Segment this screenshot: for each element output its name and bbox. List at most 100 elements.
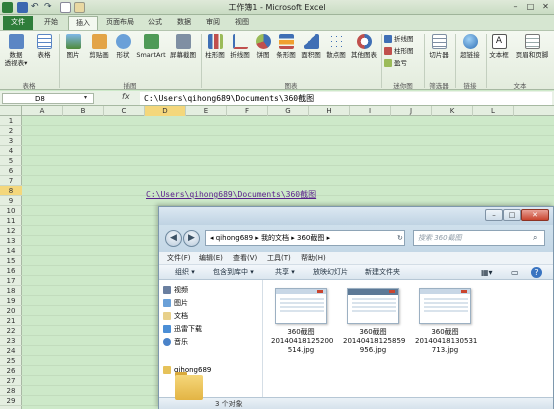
row-header[interactable]: 1 [0,116,22,126]
minimize-button[interactable]: – [508,1,523,13]
include-in-library-button[interactable]: 包含到库中 ▾ [213,265,254,280]
picture-button[interactable]: 图片 [62,34,84,59]
row-header[interactable]: 12 [0,226,22,236]
file-item[interactable]: 360截图 20140418125200 514.jpg [271,288,333,355]
column-header[interactable]: L [473,106,514,116]
row-header[interactable]: 13 [0,236,22,246]
slideshow-button[interactable]: 放映幻灯片 [313,265,348,280]
menu-file[interactable]: 文件(F) [167,252,191,265]
other-charts-button[interactable]: 其他图表 [349,34,379,59]
column-header[interactable]: C [104,106,145,116]
pie-chart-button[interactable]: 饼图 [253,34,273,59]
row-header[interactable]: 6 [0,166,22,176]
column-header[interactable]: H [309,106,350,116]
menu-edit[interactable]: 编辑(E) [199,252,223,265]
shapes-button[interactable]: 形状 [113,34,133,59]
cell-d8-hyperlink[interactable]: C:\Users\qihong689\Documents\360截图 [146,189,316,200]
explorer-title-bar[interactable]: – □ ✕ [159,207,553,225]
organize-button[interactable]: 组织 ▾ [175,265,195,280]
row-header[interactable]: 11 [0,216,22,226]
nav-item-videos[interactable]: 视频 [163,284,188,297]
row-header[interactable]: 10 [0,206,22,216]
nav-item-pictures[interactable]: 图片 [163,297,188,310]
preview-pane-icon[interactable]: ▭ [511,265,521,280]
tab-home[interactable]: 开始 [36,16,66,30]
refresh-icon[interactable]: ↻ [397,234,403,242]
sparkline-column-button[interactable]: 柱形图 [384,46,414,56]
menu-help[interactable]: 帮助(H) [301,252,326,265]
clip-art-button[interactable]: 剪贴画 [86,34,112,59]
close-button[interactable]: ✕ [538,1,553,13]
name-box[interactable]: D8 [2,93,94,104]
forward-arrow-icon[interactable]: ▶ [183,230,200,247]
column-header[interactable]: B [63,106,104,116]
sparkline-winloss-button[interactable]: 盈亏 [384,58,407,68]
column-header[interactable]: F [227,106,268,116]
maximize-button[interactable]: □ [523,1,538,13]
column-header[interactable]: G [268,106,309,116]
explorer-maximize-button[interactable]: □ [503,209,521,221]
row-header[interactable]: 8 [0,186,22,196]
select-all-corner[interactable] [0,106,22,116]
menu-view[interactable]: 查看(V) [233,252,257,265]
name-box-dropdown-icon[interactable]: ▾ [84,94,87,101]
search-input[interactable]: 搜索 360截图 [413,230,545,246]
share-button[interactable]: 共享 ▾ [275,265,295,280]
back-arrow-icon[interactable]: ◀ [165,230,182,247]
column-header[interactable]: J [391,106,432,116]
row-header[interactable]: 20 [0,306,22,316]
hyperlink-button[interactable]: 超链接 [457,34,483,59]
line-chart-button[interactable]: 折线图 [228,34,252,59]
nav-item-music[interactable]: 音乐 [163,336,188,349]
row-header[interactable]: 19 [0,296,22,306]
row-header[interactable]: 29 [0,396,22,406]
text-box-button[interactable]: A 文本框 [488,34,510,59]
tab-data[interactable]: 数据 [171,16,197,30]
screenshot-button[interactable]: 屏幕截图 [168,34,198,59]
tab-review[interactable]: 审阅 [200,16,226,30]
row-header[interactable]: 28 [0,386,22,396]
column-header[interactable]: E [186,106,227,116]
menu-tools[interactable]: 工具(T) [267,252,291,265]
column-header[interactable]: A [22,106,63,116]
insert-function-button[interactable]: fx [122,92,130,101]
header-footer-button[interactable]: 页眉和页脚 [512,34,552,59]
tab-file[interactable]: 文件 [3,16,33,30]
row-header[interactable]: 17 [0,276,22,286]
formula-input[interactable]: C:\Users\qihong689\Documents\360截图 [140,92,552,105]
row-header[interactable]: 25 [0,356,22,366]
help-icon[interactable]: ? [531,267,542,278]
row-header[interactable]: 5 [0,156,22,166]
row-header[interactable]: 24 [0,346,22,356]
row-header[interactable]: 26 [0,366,22,376]
row-header[interactable]: 27 [0,376,22,386]
row-header[interactable]: 4 [0,146,22,156]
row-header[interactable]: 18 [0,286,22,296]
table-button[interactable]: 表格 [32,34,56,59]
area-chart-button[interactable]: 面积图 [299,34,323,59]
row-header[interactable]: 9 [0,196,22,206]
column-header[interactable]: K [432,106,473,116]
row-header[interactable]: 16 [0,266,22,276]
row-header[interactable]: 22 [0,326,22,336]
row-header[interactable]: 3 [0,136,22,146]
file-item[interactable]: 360截图 20140418125859 956.jpg [343,288,405,355]
sparkline-line-button[interactable]: 折线图 [384,34,414,44]
row-header[interactable]: 7 [0,176,22,186]
row-header[interactable]: 14 [0,246,22,256]
scatter-chart-button[interactable]: 散点图 [324,34,348,59]
row-header[interactable]: 21 [0,316,22,326]
bar-chart-button[interactable]: 条形图 [274,34,298,59]
column-chart-button[interactable]: 柱形图 [203,34,227,59]
new-folder-button[interactable]: 新建文件夹 [365,265,400,280]
row-header[interactable]: 15 [0,256,22,266]
tab-view[interactable]: 视图 [229,16,255,30]
view-options-icon[interactable]: ▦▾ [481,265,503,280]
explorer-close-button[interactable]: ✕ [521,209,549,221]
file-item[interactable]: 360截图 20140418130531 713.jpg [415,288,477,355]
row-header[interactable]: 23 [0,336,22,346]
nav-item-documents[interactable]: 文档 [163,310,188,323]
tab-page-layout[interactable]: 页面布局 [101,16,139,30]
column-header[interactable]: D [145,106,186,116]
explorer-minimize-button[interactable]: – [485,209,503,221]
